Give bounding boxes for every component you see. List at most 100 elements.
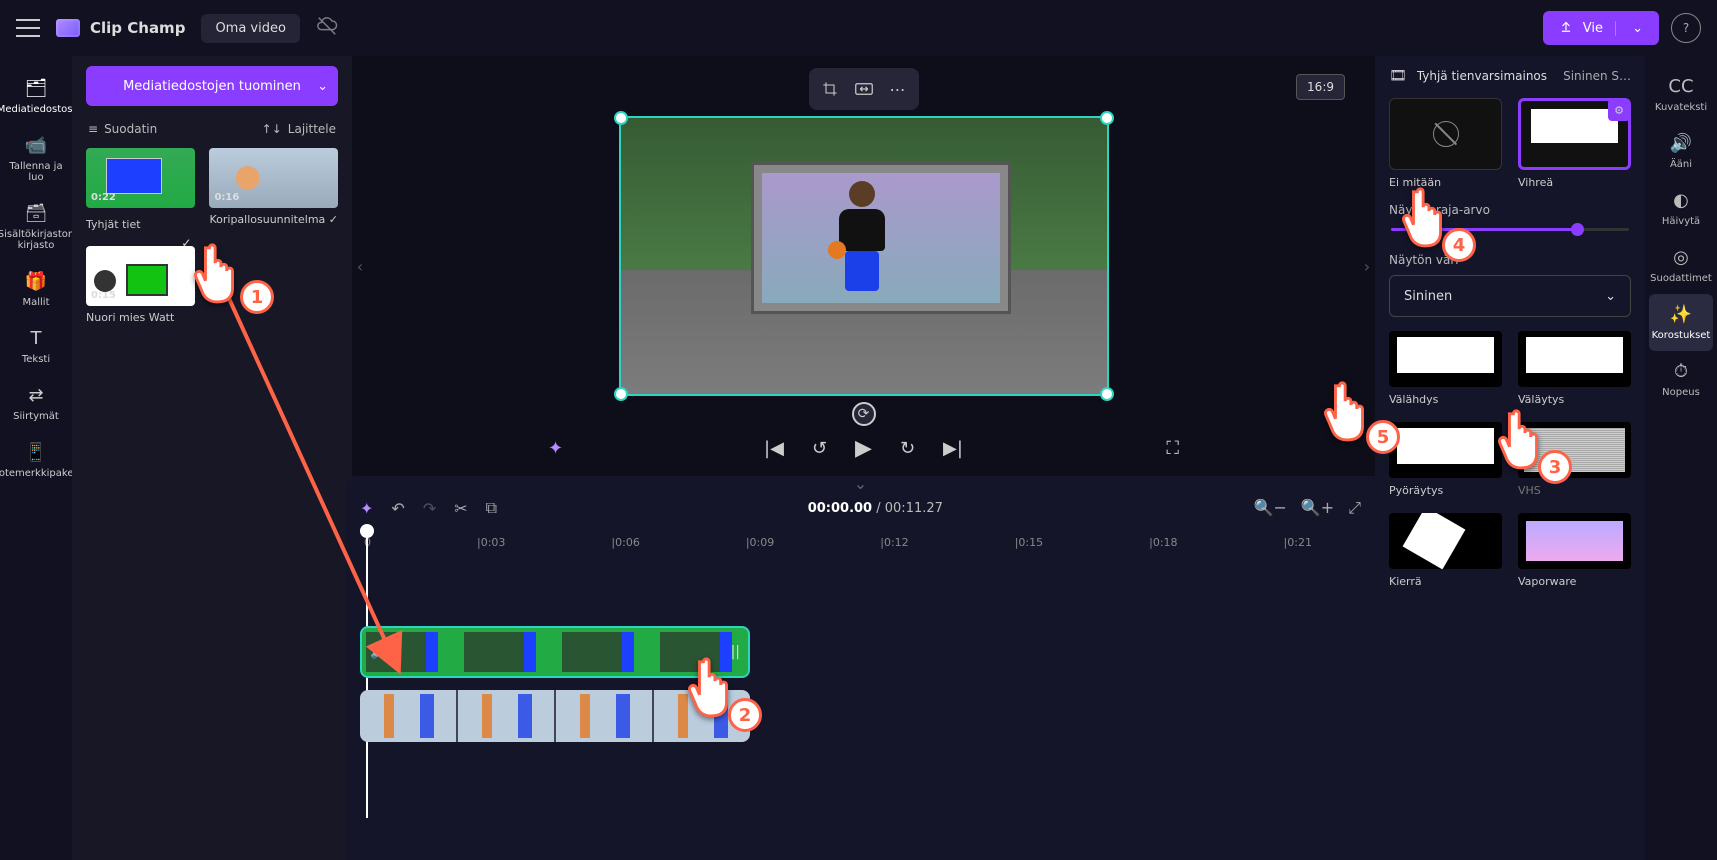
- filter-button[interactable]: ≡ Suodatin: [88, 122, 157, 136]
- timeline-ruler[interactable]: 0|0:03|0:06|0:09|0:12|0:15|0:18|0:21: [360, 528, 1361, 556]
- ai-sparkle-icon[interactable]: ✦: [548, 438, 563, 459]
- timeline: ⌄ ✦ ↶ ↷ ✂ ⧉ 00:00.00 / 00:11.27 🔍− 🔍+ ⤢: [346, 476, 1375, 860]
- library-icon: 🗃: [25, 203, 48, 224]
- brand-name: Clip Champ: [90, 19, 185, 37]
- tool-adjust[interactable]: ✨Korostukset: [1649, 294, 1713, 351]
- app-header: Clip Champ Oma video Vie ⌄ ?: [0, 0, 1717, 56]
- redo-icon[interactable]: ↷: [423, 499, 436, 518]
- split-icon[interactable]: ✂: [454, 499, 467, 518]
- more-tool[interactable]: ⋯: [881, 72, 915, 106]
- right-tools: CCKuvateksti 🔊Ääni ◐Häivytä ◎Suodattimet…: [1645, 56, 1717, 860]
- effect-rotate[interactable]: Kierrä: [1389, 513, 1502, 588]
- effect-label: VHS: [1518, 484, 1631, 497]
- greenscreen-option-none[interactable]: Ei mitään: [1389, 98, 1502, 189]
- nav-library[interactable]: 🗃 Sisältökirjaston kirjasto: [0, 193, 72, 261]
- clip-icon: 🎞: [1389, 68, 1407, 84]
- tool-filters[interactable]: ◎Suodattimet: [1645, 237, 1717, 294]
- nav-text[interactable]: T Teksti: [0, 318, 72, 375]
- chevron-down-icon: ⌄: [1605, 289, 1616, 304]
- crop-tool[interactable]: [813, 72, 847, 106]
- current-time: 00:00.00: [808, 501, 872, 516]
- effect-flicker[interactable]: Väläytys: [1518, 331, 1631, 406]
- cc-icon: CC: [1668, 76, 1693, 97]
- property-variant[interactable]: Sininen S…: [1563, 69, 1631, 83]
- speaker-icon: 🔊: [1670, 133, 1692, 154]
- sync-off-icon[interactable]: [316, 15, 338, 41]
- effect-spin[interactable]: Pyöräytys: [1389, 422, 1502, 497]
- gauge-icon: ⏱: [1674, 361, 1688, 382]
- skip-start-icon[interactable]: |◀: [764, 438, 784, 459]
- nav-templates-label: Mallit: [22, 297, 49, 308]
- skip-end-icon[interactable]: ▶|: [943, 438, 963, 459]
- zoom-out-icon[interactable]: 🔍−: [1254, 498, 1287, 518]
- media-title: Nuori mies Watt: [86, 311, 195, 324]
- timeline-clip-selected[interactable]: 🔊 ||: [360, 626, 750, 678]
- resize-handle[interactable]: [1100, 111, 1114, 125]
- property-clip-name: Tyhjä tienvarsimainos: [1417, 69, 1553, 83]
- fullscreen-icon[interactable]: ⛶: [1166, 438, 1179, 459]
- project-name-input[interactable]: Oma video: [201, 14, 300, 43]
- media-item[interactable]: 0:15 Nuori mies Watt: [86, 246, 195, 324]
- resize-handle[interactable]: [1100, 387, 1114, 401]
- screen-color-select[interactable]: Sininen ⌄: [1389, 275, 1631, 317]
- nav-record[interactable]: 📹 Tallenna ja luo: [0, 125, 72, 193]
- tool-audio[interactable]: 🔊Ääni: [1645, 123, 1717, 180]
- greenscreen-option-green[interactable]: ⚙ Vihreä: [1518, 98, 1631, 189]
- audio-icon[interactable]: 🔊: [370, 644, 387, 660]
- fit-tool[interactable]: [847, 72, 881, 106]
- preview-canvas[interactable]: ⟳: [619, 116, 1109, 396]
- menu-icon[interactable]: [16, 19, 40, 37]
- effect-flash[interactable]: Välähdys: [1389, 331, 1502, 406]
- export-button[interactable]: Vie ⌄: [1543, 11, 1659, 45]
- play-icon[interactable]: ▶: [855, 436, 872, 461]
- collapse-right-icon[interactable]: ›: [1359, 56, 1375, 476]
- nav-brandkit[interactable]: 📱 Tuotemerkkipaketti: [0, 432, 72, 489]
- magic-icon[interactable]: ✦: [360, 499, 373, 518]
- rotate-handle[interactable]: ⟳: [852, 402, 876, 426]
- nav-transitions[interactable]: ⇄ Siirtymät: [0, 375, 72, 432]
- forward-icon[interactable]: ↻: [900, 438, 915, 459]
- collapse-timeline-icon[interactable]: ⌄: [346, 476, 1375, 490]
- resize-handle[interactable]: [614, 387, 628, 401]
- brand: Clip Champ: [56, 19, 185, 37]
- timeline-clip[interactable]: [360, 690, 750, 742]
- nav-transitions-label: Siirtymät: [13, 411, 59, 422]
- tool-speed[interactable]: ⏱Nopeus: [1645, 351, 1717, 408]
- collapse-left-icon[interactable]: ‹: [352, 56, 368, 476]
- stage-column: ‹ ⋯ 16:9: [352, 56, 1375, 860]
- resize-handle[interactable]: [614, 111, 628, 125]
- effect-vaporware[interactable]: Vaporware: [1518, 513, 1631, 588]
- fade-icon: ◐: [1673, 190, 1689, 211]
- rewind-icon[interactable]: ↺: [812, 438, 827, 459]
- filter-icon: ≡: [88, 122, 98, 136]
- select-value: Sininen: [1404, 289, 1452, 304]
- wand-icon: ✨: [1670, 304, 1692, 325]
- duplicate-icon[interactable]: ⧉: [486, 498, 497, 518]
- timecode: 00:00.00 / 00:11.27: [515, 501, 1235, 516]
- filters-icon: ◎: [1673, 247, 1689, 268]
- media-item[interactable]: 0:16 Koripallosuunnitelma ✓: [209, 148, 338, 232]
- threshold-slider[interactable]: [1391, 221, 1629, 237]
- nav-media[interactable]: 🗂 Mediatiedostosi: [0, 68, 72, 125]
- help-button[interactable]: ?: [1671, 13, 1701, 43]
- import-media-button[interactable]: Mediatiedostojen tuominen ⌄: [86, 66, 338, 106]
- nav-templates[interactable]: 🎁 Mallit: [0, 261, 72, 318]
- chevron-down-icon[interactable]: ⌄: [1615, 21, 1643, 36]
- media-title: Koripallosuunnitelma ✓: [209, 213, 338, 226]
- ruler-ticks: 0|0:03|0:06|0:09|0:12|0:15|0:18|0:21: [364, 528, 1361, 549]
- aspect-ratio-button[interactable]: 16:9: [1296, 74, 1345, 100]
- zoom-fit-icon[interactable]: ⤢: [1348, 498, 1361, 518]
- tool-fade[interactable]: ◐Häivytä: [1645, 180, 1717, 237]
- tool-captions[interactable]: CCKuvateksti: [1645, 66, 1717, 123]
- brandkit-icon: 📱: [25, 442, 47, 463]
- effect-vhs[interactable]: VHS: [1518, 422, 1631, 497]
- chevron-down-icon[interactable]: ⌄: [317, 79, 328, 94]
- sort-button[interactable]: ↑↓ Lajittele: [262, 122, 336, 136]
- playhead[interactable]: [360, 524, 374, 538]
- media-item[interactable]: 0:22 Tyhjät tiet✓: [86, 148, 195, 232]
- option-label: Ei mitään: [1389, 176, 1502, 189]
- undo-icon[interactable]: ↶: [391, 499, 404, 518]
- duration-badge: 0:16: [214, 192, 239, 203]
- adjust-icon[interactable]: ⚙: [1608, 99, 1630, 121]
- zoom-in-icon[interactable]: 🔍+: [1301, 498, 1334, 518]
